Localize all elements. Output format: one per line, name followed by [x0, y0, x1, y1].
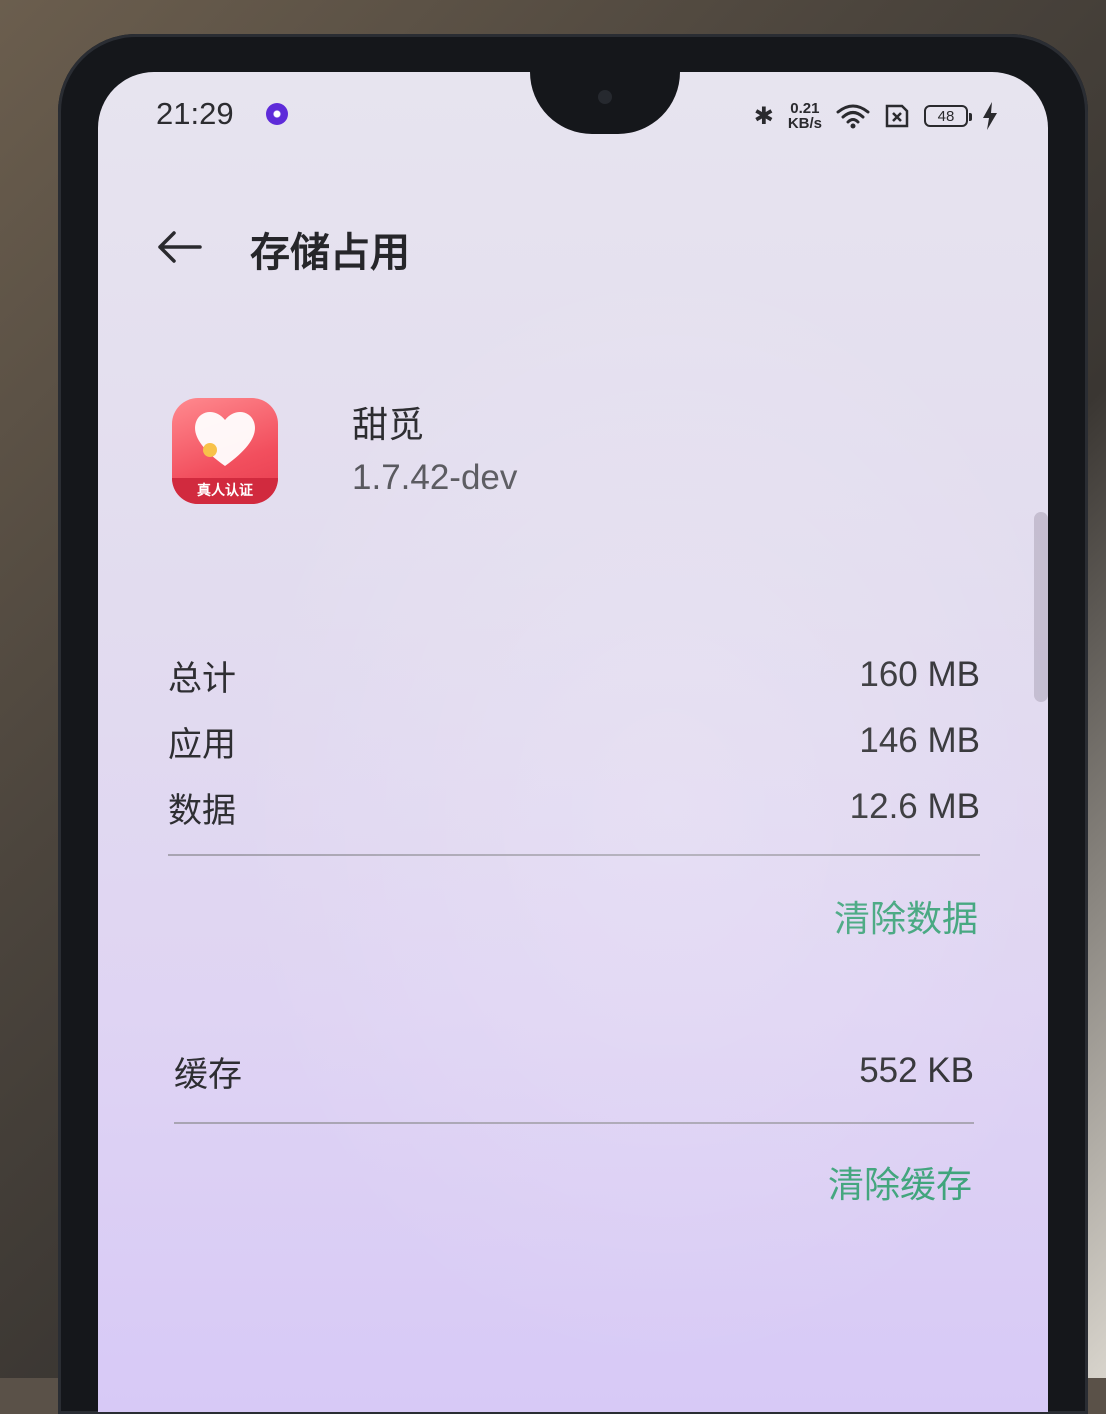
storage-stats: 总计 160 MB 应用 146 MB 数据 12.6 MB: [168, 642, 980, 840]
scrollbar[interactable]: [1034, 512, 1048, 702]
status-bar: 21:29 ✱ 0.21 KB/s 48: [98, 94, 1048, 138]
status-time: 21:29: [156, 96, 234, 131]
no-sim-icon: [884, 104, 910, 128]
back-button[interactable]: [154, 222, 204, 272]
notification-dot-icon: [266, 103, 288, 125]
app-info: 真人认证 甜觅 1.7.42-dev: [98, 392, 1048, 512]
clear-data-button[interactable]: 清除数据: [834, 890, 978, 942]
network-speed-unit: KB/s: [787, 115, 822, 132]
heart-icon: [195, 411, 255, 466]
network-speed: 0.21 KB/s: [788, 101, 822, 131]
stat-row-total: 总计 160 MB: [168, 642, 980, 708]
cache-label: 缓存: [174, 1054, 242, 1095]
battery-icon: 48: [924, 105, 972, 127]
stat-label: 数据: [168, 790, 236, 831]
clear-cache-button[interactable]: 清除缓存: [828, 1156, 972, 1208]
battery-level: 48: [937, 107, 955, 125]
back-arrow-icon: [158, 231, 202, 263]
divider: [168, 854, 980, 856]
app-version: 1.7.42-dev: [352, 458, 518, 497]
stat-value: 12.6 MB: [849, 787, 980, 826]
phone-screen: 21:29 ✱ 0.21 KB/s 48 存储占用 真人认证 甜觅 1.7.42…: [98, 72, 1048, 1412]
divider: [174, 1122, 974, 1124]
cache-row: 缓存 552 KB: [174, 1038, 974, 1104]
app-icon: 真人认证: [172, 398, 278, 504]
stat-label: 总计: [168, 658, 236, 699]
stat-row-data: 数据 12.6 MB: [168, 774, 980, 840]
stat-label: 应用: [168, 724, 236, 765]
stat-value: 160 MB: [859, 655, 980, 694]
network-speed-value: 0.21: [790, 100, 820, 117]
wifi-icon: [836, 103, 870, 129]
page-title: 存储占用: [250, 230, 410, 276]
status-icons: ✱ 0.21 KB/s 48: [754, 96, 998, 136]
stat-value: 146 MB: [859, 721, 980, 760]
stat-row-app: 应用 146 MB: [168, 708, 980, 774]
charging-bolt-icon: [982, 102, 998, 130]
cache-value: 552 KB: [859, 1051, 974, 1090]
app-icon-badge: 真人认证: [172, 478, 278, 504]
bluetooth-icon: ✱: [753, 102, 774, 130]
app-name: 甜觅: [352, 405, 425, 446]
page-header: 存储占用: [98, 212, 1048, 282]
